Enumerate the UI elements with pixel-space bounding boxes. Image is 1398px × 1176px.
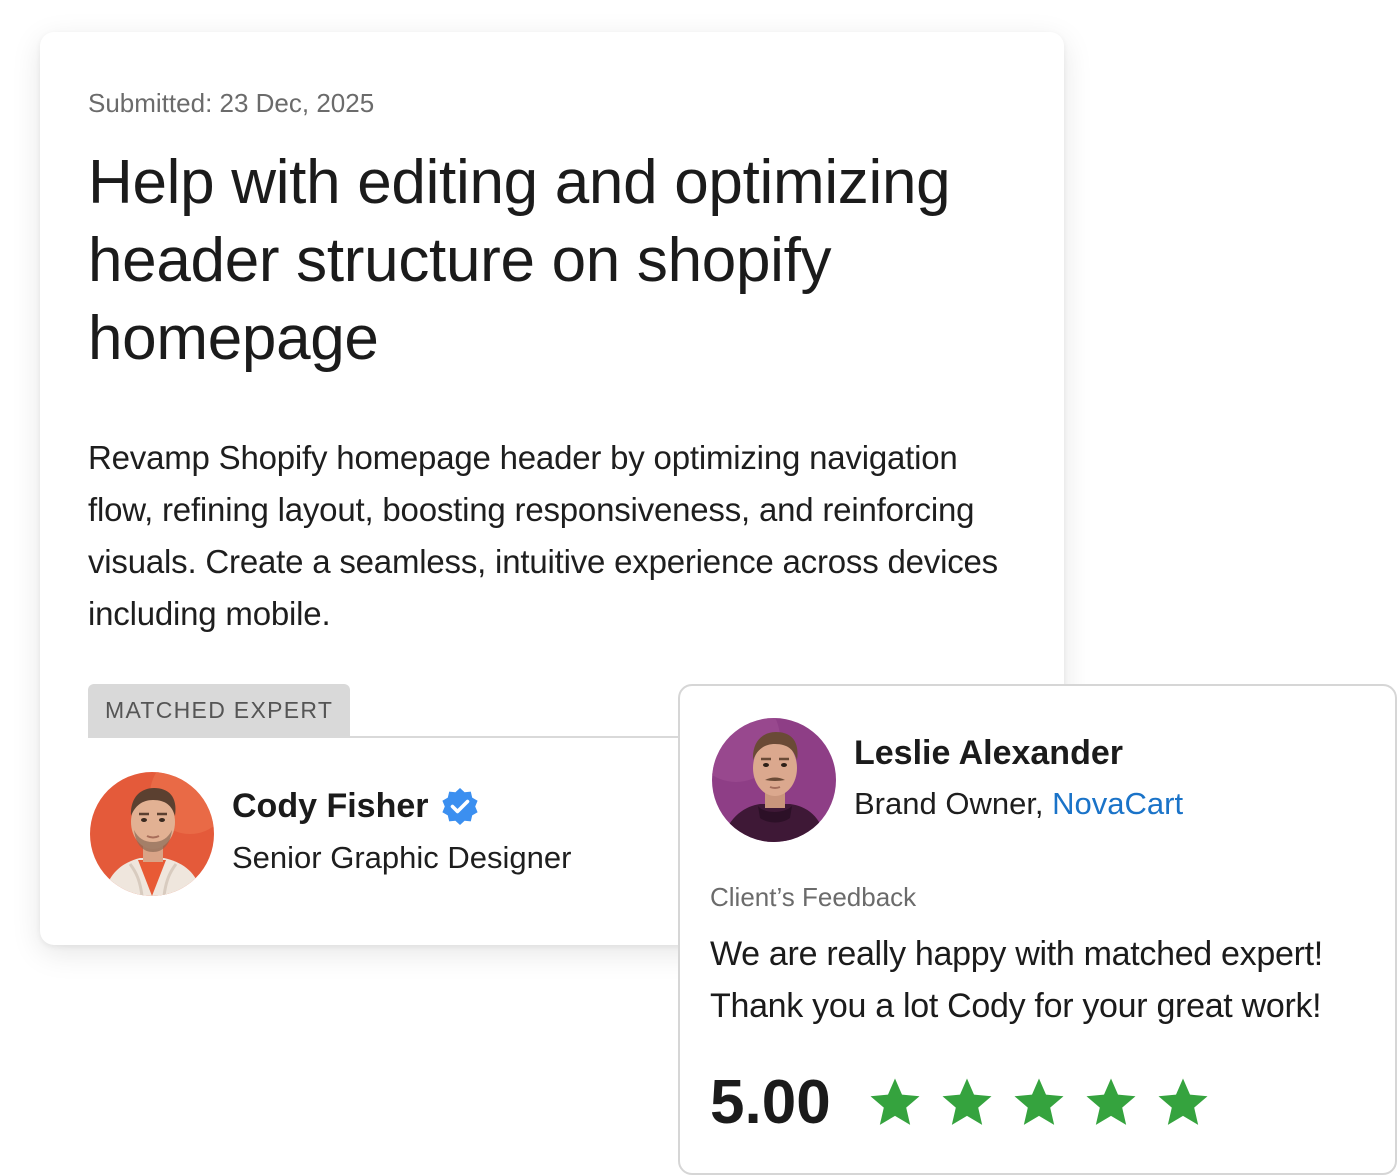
expert-role: Senior Graphic Designer [232,840,572,875]
matched-expert-tag: MATCHED EXPERT [88,684,351,736]
rating-row: 5.00 [710,1068,1211,1138]
feedback-text: We are really happy with matched expert!… [710,935,1323,1025]
expert-name[interactable]: Cody Fisher [232,787,428,826]
client-name: Leslie Alexander [854,734,1123,772]
matched-expert-divider [88,736,728,738]
client-role: Brand Owner, NovaCart [854,786,1183,822]
rating-value: 5.00 [710,1068,831,1137]
star-icon [1158,1078,1208,1125]
client-role-prefix: Brand Owner, [854,786,1053,821]
client-portrait-icon [712,718,836,842]
request-description: Revamp Shopify homepage header by optimi… [88,439,998,632]
star-icon [942,1078,992,1125]
client-avatar[interactable] [712,718,836,842]
submitted-date: Submitted: 23 Dec, 2025 [88,88,375,118]
feedback-card: Leslie Alexander Brand Owner, NovaCart C… [678,684,1397,1175]
verified-badge-icon [442,788,479,825]
star-icon [870,1078,920,1125]
request-title: Help with editing and optimizing header … [88,148,951,373]
feedback-label: Client’s Feedback [710,882,917,912]
star-icon [1014,1078,1064,1125]
star-icon [1086,1078,1136,1125]
expert-portrait-icon [90,772,214,896]
client-company-link[interactable]: NovaCart [1052,786,1183,821]
rating-stars [867,1075,1211,1131]
expert-name-row: Cody Fisher [232,786,480,826]
expert-avatar[interactable] [90,772,214,896]
